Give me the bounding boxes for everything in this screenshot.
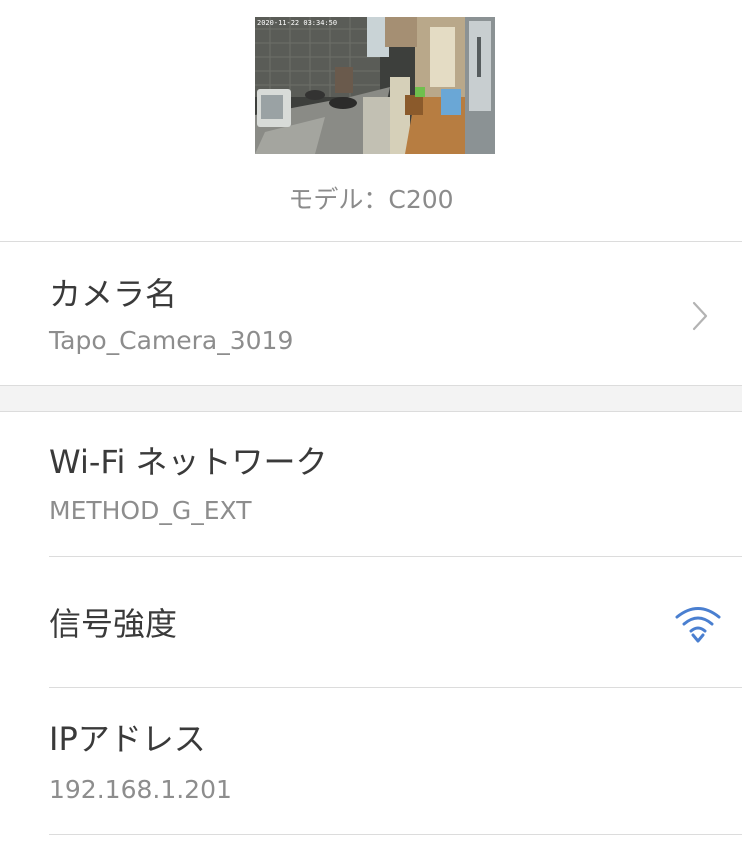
device-info-page: 2020-11-22 03:34:50 モデル：C200 カメラ名 Tapo_C… <box>0 0 742 843</box>
ip-address-row: IPアドレス 192.168.1.201 <box>0 688 742 834</box>
signal-strength-row: 信号強度 <box>0 557 742 687</box>
wifi-network-value: METHOD_G_EXT <box>49 496 252 525</box>
wifi-network-row: Wi-Fi ネットワーク METHOD_G_EXT <box>0 412 742 556</box>
wifi-network-title: Wi-Fi ネットワーク <box>49 443 328 481</box>
camera-name-row[interactable]: カメラ名 Tapo_Camera_3019 <box>0 242 742 385</box>
camera-preview-thumbnail: 2020-11-22 03:34:50 <box>255 17 495 154</box>
chevron-right-icon <box>692 301 708 331</box>
ip-address-value: 192.168.1.201 <box>49 775 232 804</box>
camera-name-title: カメラ名 <box>49 275 178 313</box>
divider <box>49 834 742 835</box>
camera-name-value: Tapo_Camera_3019 <box>49 326 294 355</box>
ip-address-title: IPアドレス <box>49 720 206 758</box>
preview-timestamp: 2020-11-22 03:34:50 <box>257 19 337 27</box>
model-label: モデル：C200 <box>288 185 454 214</box>
wifi-signal-icon <box>675 607 721 643</box>
section-gap <box>0 386 742 411</box>
signal-strength-title: 信号強度 <box>49 605 178 643</box>
